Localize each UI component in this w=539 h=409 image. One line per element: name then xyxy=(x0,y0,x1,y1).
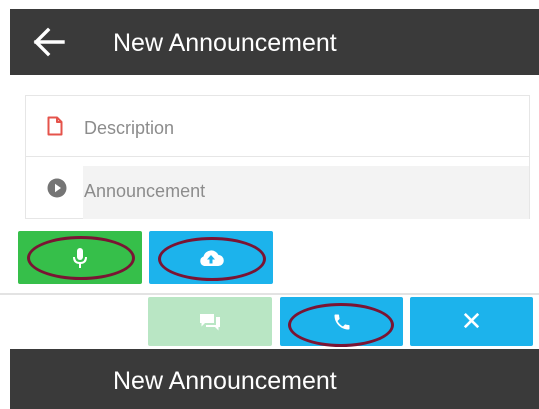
highlight-ring-upload xyxy=(158,237,266,281)
app-bar: New Announcement xyxy=(10,9,539,75)
play-circle-icon xyxy=(47,178,67,198)
announcement-field[interactable]: Announcement xyxy=(26,158,529,219)
top-edge xyxy=(0,0,539,9)
close-icon: ✕ xyxy=(460,306,483,336)
highlight-ring-call xyxy=(288,303,394,347)
bottom-title: New Announcement xyxy=(113,367,337,395)
bottom-bar: New Announcement xyxy=(10,349,539,409)
page-title: New Announcement xyxy=(113,29,337,57)
divider xyxy=(0,293,539,295)
close-button[interactable]: ✕ xyxy=(410,297,533,346)
description-placeholder: Description xyxy=(84,118,175,138)
description-field[interactable]: Description xyxy=(26,96,529,157)
highlight-ring-record xyxy=(27,236,135,280)
back-button[interactable] xyxy=(30,24,70,60)
message-button[interactable] xyxy=(148,297,272,346)
announcement-label: Announcement xyxy=(84,181,206,201)
document-icon xyxy=(47,116,63,136)
chat-icon xyxy=(200,313,220,330)
arrow-left-icon xyxy=(33,27,65,57)
announcement-form: Description Announcement xyxy=(25,95,530,219)
